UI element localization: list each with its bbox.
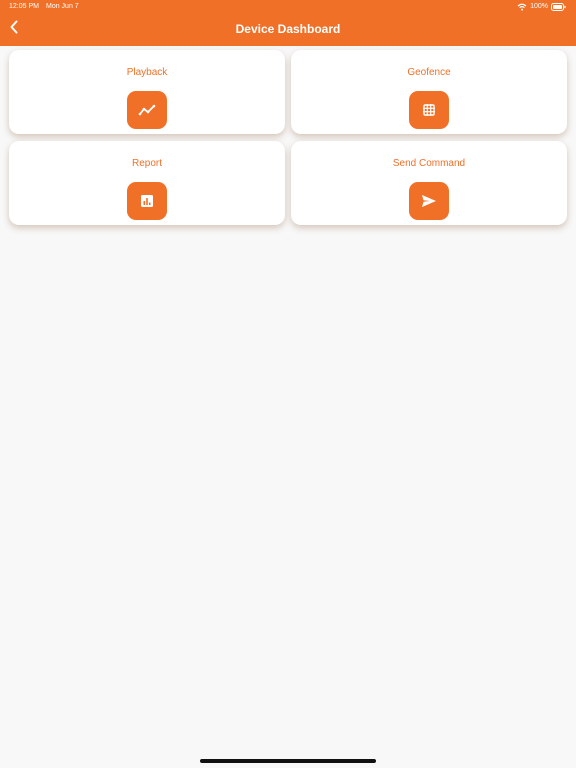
battery-icon [551, 3, 566, 11]
page-title: Device Dashboard [235, 22, 341, 36]
home-indicator [200, 759, 376, 763]
status-bar: 12:05 PM Mon Jun 7 100% [0, 0, 576, 14]
app-header: 12:05 PM Mon Jun 7 100% Device Dashboard [0, 0, 576, 46]
geofence-label: Geofence [407, 67, 451, 78]
send-icon [409, 182, 449, 220]
geofence-card[interactable]: Geofence [291, 50, 567, 134]
grid-icon [409, 91, 449, 129]
battery-percentage: 100% [530, 3, 548, 10]
playback-card[interactable]: Playback [9, 50, 285, 134]
status-indicators: 100% [517, 0, 566, 14]
report-label: Report [131, 158, 162, 169]
send-command-label: Send Command [392, 158, 466, 169]
playback-label: Playback [126, 67, 168, 78]
status-date: Mon Jun 7 [46, 3, 79, 10]
trend-line-icon [127, 91, 167, 129]
bar-chart-icon [127, 182, 167, 220]
status-time: 12:05 PM [9, 3, 39, 10]
wifi-icon [517, 3, 527, 11]
send-command-card[interactable]: Send Command [291, 141, 567, 225]
report-card[interactable]: Report [9, 141, 285, 225]
